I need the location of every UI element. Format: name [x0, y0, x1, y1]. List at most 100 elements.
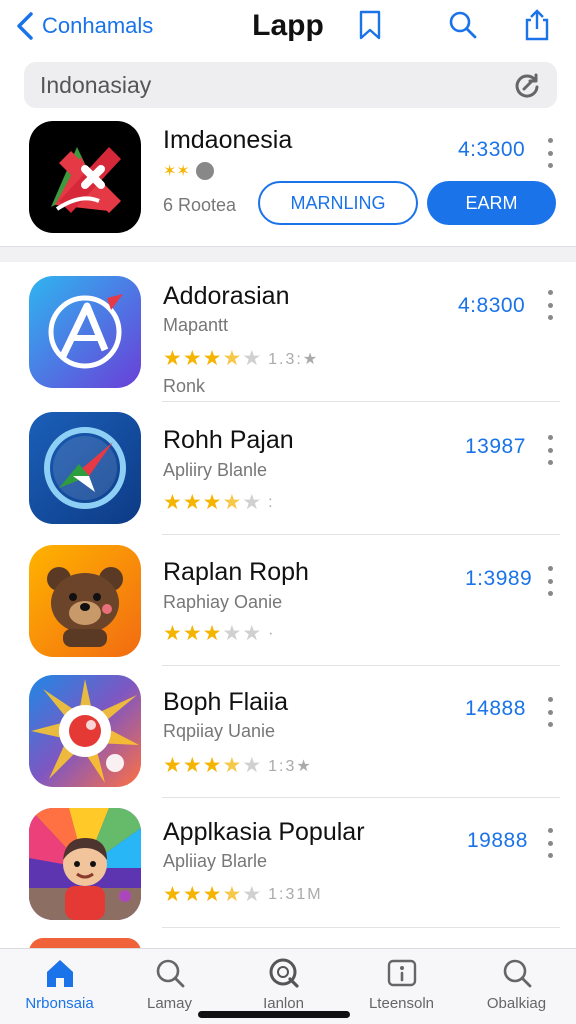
- more-icon[interactable]: [545, 697, 555, 727]
- app-subtitle: Mapantt: [163, 315, 229, 335]
- more-icon[interactable]: [545, 138, 555, 168]
- star-icon: ★: [182, 883, 202, 906]
- earm-button[interactable]: EARM: [427, 181, 556, 225]
- back-label: Conhamals: [42, 13, 154, 38]
- rating-count: ·: [268, 625, 276, 642]
- share-button[interactable]: [519, 6, 555, 44]
- home-indicator: [198, 1011, 350, 1018]
- tab-label: Nrbonsaia: [25, 995, 94, 1012]
- star-rating: ★ ★ ★ ★ ★ 1:3★: [163, 755, 313, 777]
- featured-badges: ✶✶: [163, 161, 214, 181]
- app-name: Applkasia Popular: [163, 818, 365, 846]
- chevron-left-icon: [17, 12, 33, 40]
- app-price: 19888: [467, 829, 528, 852]
- featured-price: 4:3300: [458, 138, 526, 161]
- star-rating: ★ ★ ★ ★ ★ :: [163, 492, 275, 514]
- app-price: 13987: [465, 435, 526, 458]
- app-name: Rohh Pajan: [163, 426, 294, 454]
- back-button[interactable]: Conhamals: [14, 8, 153, 44]
- refresh-icon[interactable]: [513, 71, 541, 99]
- star-icon: ★: [242, 622, 262, 645]
- tab-nrbonsaia[interactable]: Nrbonsaia: [2, 957, 117, 1023]
- share-icon: [525, 9, 549, 41]
- compass-icon: [29, 412, 141, 524]
- app-subtitle: Rqpiiay Uanie: [163, 721, 276, 741]
- rating-count: :: [268, 494, 275, 511]
- app-price: 14888: [465, 697, 526, 720]
- search-bar: [24, 62, 557, 108]
- star-rating: ★ ★ ★ ★ ★ 1:31M: [163, 884, 323, 906]
- star-icon: ★: [222, 622, 242, 645]
- app-extra: Ronk: [163, 376, 206, 396]
- featured-meta: 6 Rootea: [163, 195, 237, 215]
- half-star-icon: ★: [222, 491, 242, 514]
- search-icon: [156, 959, 184, 988]
- badge-dot-icon: [195, 162, 214, 180]
- app-icon: [29, 808, 141, 920]
- star-icon: ★: [242, 491, 262, 514]
- star-icon: ★: [182, 622, 202, 645]
- more-icon[interactable]: [545, 435, 555, 465]
- tab-obalkiag[interactable]: Obalkiag: [459, 957, 574, 1023]
- half-star-icon: ★: [222, 883, 242, 906]
- home-icon: [46, 960, 73, 987]
- app-subtitle: Raphiay Oanie: [163, 592, 283, 612]
- bookmark-icon: [359, 10, 381, 40]
- rating-count: 1.3:★: [268, 351, 320, 368]
- star-icon: ★: [163, 491, 182, 514]
- app-name: Raplan Roph: [163, 558, 309, 586]
- bookmark-button[interactable]: [352, 6, 388, 44]
- more-icon[interactable]: [545, 828, 555, 858]
- marnling-button[interactable]: MARNLING: [258, 181, 418, 225]
- search-icon: [449, 11, 477, 39]
- star-icon: ★: [182, 491, 202, 514]
- star-rating: ★ ★ ★ ★ ★ 1.3:★: [163, 348, 319, 370]
- row-divider: [162, 665, 560, 666]
- app-icon: [29, 276, 141, 388]
- more-icon[interactable]: [545, 566, 555, 596]
- star-icon: ★: [202, 883, 222, 906]
- rating-count: 1:3★: [268, 758, 313, 775]
- row-divider: [162, 401, 560, 402]
- featured-app-icon[interactable]: [29, 121, 141, 233]
- search-button[interactable]: [444, 6, 480, 44]
- half-star-icon: ★: [222, 347, 242, 370]
- row-divider: [162, 534, 560, 535]
- tab-lteensoln[interactable]: Lteensoln: [344, 957, 459, 1023]
- star-icon: ★: [202, 622, 222, 645]
- star-icon: ★: [242, 883, 262, 906]
- star-icon: ★: [242, 754, 262, 777]
- star-icon: ★: [242, 347, 262, 370]
- app-name: Boph Flaiia: [163, 688, 289, 716]
- search-icon: [503, 959, 531, 988]
- app-icon: [29, 412, 141, 524]
- character-icon: [29, 808, 141, 920]
- app-icon: [29, 675, 141, 787]
- app-price: 4:8300: [458, 294, 526, 317]
- x-logo-icon: [29, 121, 141, 233]
- target-burst-icon: [29, 675, 141, 787]
- star-icon: ★: [163, 883, 182, 906]
- star-icon: ★: [163, 347, 182, 370]
- row-divider: [162, 797, 560, 798]
- featured-badge: ✶✶: [163, 163, 190, 180]
- tab-label: Ianlon: [263, 995, 304, 1012]
- compass-a-icon: [29, 276, 141, 388]
- row-divider: [162, 927, 560, 928]
- star-rating: ★ ★ ★ ★ ★ ·: [163, 623, 275, 645]
- search-input[interactable]: [40, 71, 513, 99]
- star-icon: ★: [202, 491, 222, 514]
- magnifier-icon: [269, 958, 299, 988]
- bear-icon: [29, 545, 141, 657]
- top-bar: Conhamals Lapp: [0, 0, 576, 52]
- more-icon[interactable]: [545, 290, 555, 320]
- info-icon: [387, 959, 416, 987]
- star-icon: ★: [202, 754, 222, 777]
- star-icon: ★: [163, 622, 182, 645]
- star-icon: ★: [182, 347, 202, 370]
- app-subtitle: Apliiry Blanle: [163, 460, 268, 480]
- app-name: Addorasian: [163, 282, 290, 310]
- section-divider: [0, 246, 576, 262]
- tab-label: Lamay: [146, 995, 193, 1012]
- star-icon: ★: [182, 754, 202, 777]
